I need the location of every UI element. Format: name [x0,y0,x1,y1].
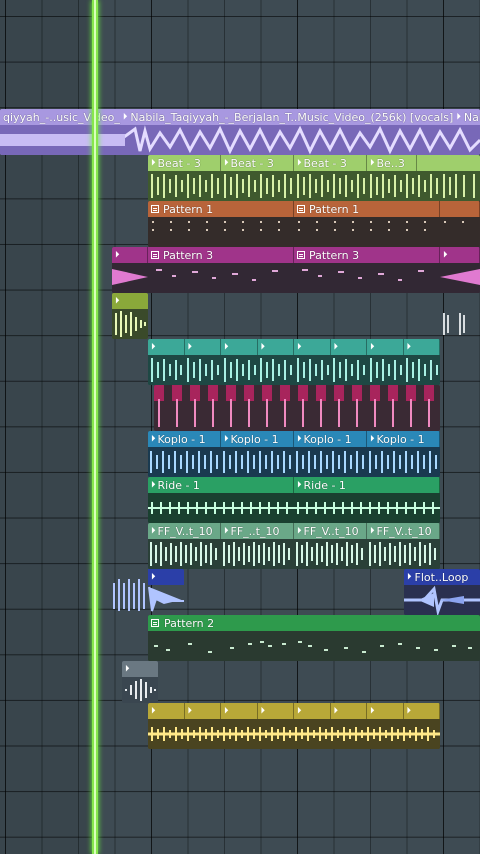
audio-clip-icon: ⏵ [224,158,229,168]
pattern-icon [297,205,305,213]
audio-clip-icon: ⏵ [151,342,156,352]
playlist-area[interactable]: qiyyah_-..usic_Video_ ⏵ Nabila_Taqiyyah_… [0,0,480,854]
audio-clip-beat[interactable]: ⏵ Beat - 3 ⏵ Beat - 3 ⏵ Beat - 3 ⏵ Be..3 [148,155,480,201]
audio-clip-flot-loop[interactable]: ⏵ Flot..Loop [404,569,480,615]
audio-clip-crimson[interactable] [154,385,440,431]
pattern1-label: Pattern 1 [163,202,214,216]
audio-clip-icon: ⏵ [224,706,229,716]
audio-clip-koplo[interactable]: ⏵ Koplo - 1 ⏵ Koplo - 1 ⏵ Koplo - 1 ⏵ Koplo … [148,431,440,477]
ride-label: Ride - 1 [303,478,346,492]
audio-clip-teal[interactable]: ⏵ ⏵ ⏵ ⏵ ⏵ ⏵ ⏵ ⏵ [148,339,440,385]
audio-clip-grey[interactable]: ⏵ [122,661,158,703]
koplo-label: Koplo - 1 [303,432,352,446]
flot-start-waveform [113,579,184,612]
audio-clip-flot-start[interactable]: ⏵ [112,569,184,615]
audio-clip-icon: ⏵ [370,526,375,536]
yellow-waveform [148,727,440,741]
audio-clip-icon: ⏵ [297,706,302,716]
audio-clip-icon: ⏵ [224,526,229,536]
pattern-icon [151,619,159,627]
audio-clip-lime[interactable]: ⏵ [112,293,148,339]
pattern1-label: Pattern 1 [309,202,360,216]
ff-waveform [150,542,436,566]
audio-clip-icon: ⏵ [407,572,412,582]
audio-clip-icon: ⏵ [297,158,302,168]
audio-clip-icon: ⏵ [260,342,266,352]
audio-clip-icon: ⏵ [297,526,302,536]
audio-clip-icon: ⏵ [122,112,128,122]
audio-clip-icon: ⏵ [151,706,156,716]
koplo-label: Koplo - 1 [157,432,206,446]
vocals-label-c: Nabi [463,110,480,124]
audio-clip-icon: ⏵ [151,158,156,168]
audio-clip-icon: ⏵ [297,434,302,444]
pattern-icon [151,251,159,259]
pattern-icon [151,205,159,213]
crimson-waveform [154,385,434,427]
vocals-waveform [0,125,480,155]
pattern3-label: Pattern 3 [163,248,214,262]
ff-label: FF_V..t_10 [157,524,213,538]
beat-label: Beat - 3 [230,156,274,170]
audio-clip-ff[interactable]: ⏵ FF_V..t_10 ⏵ FF_..t_10 ⏵ FF_V..t_10 ⏵ FF_V… [148,523,440,569]
pattern-icon [297,251,305,259]
audio-clip-icon: ⏵ [297,480,302,490]
audio-clip-icon: ⏵ [406,706,412,716]
beat-label: Be..3 [376,156,405,170]
koplo-label: Koplo - 1 [376,432,425,446]
lime-waveform [115,311,146,337]
audio-clip-icon: ⏵ [224,434,229,444]
pattern2-notes [154,641,472,653]
beat-waveform [151,174,475,198]
audio-clip-icon: ⏵ [443,250,448,260]
koplo-waveform [150,451,437,473]
koplo-label: Koplo - 1 [230,432,279,446]
audio-clip-icon: ⏵ [333,706,339,716]
audio-clip-icon: ⏵ [187,706,193,716]
pattern-clip-3[interactable]: ⏵ Pattern 3 Pattern 3 ⏵ [112,247,480,293]
flot-label: Flot..Loop [414,570,469,584]
audio-clip-ride[interactable]: ⏵ Ride - 1 ⏵ Ride - 1 [148,477,440,523]
audio-clip-icon: ⏵ [370,434,375,444]
audio-clip-icon: ⏵ [187,342,193,352]
ff-label: FF_V..t_10 [303,524,359,538]
vocals-label-b: Nabila_Taqiyyah_-_Berjalan_T..Music_Vide… [130,110,454,124]
grey-waveform [125,679,156,701]
audio-clip-icon: ⏵ [406,342,412,352]
teal-waveform [151,358,438,382]
flot-loop-waveform [404,585,480,615]
audio-clip-icon: ⏵ [456,112,461,122]
audio-clip-icon: ⏵ [115,296,120,306]
pattern3-label: Pattern 3 [309,248,360,262]
vocals-label-a: qiyyah_-..usic_Video_ [3,110,120,124]
audio-clip-icon: ⏵ [370,158,375,168]
pattern2-label: Pattern 2 [164,616,215,630]
audio-clip-icon: ⏵ [115,250,120,260]
audio-clip-icon: ⏵ [333,342,339,352]
playhead-marker[interactable] [92,0,98,854]
pattern3-notes [112,269,480,285]
audio-clip-vocals[interactable]: qiyyah_-..usic_Video_ ⏵ Nabila_Taqiyyah_… [0,109,480,155]
audio-clip-icon: ⏵ [297,342,302,352]
ride-waveform [148,502,440,514]
audio-clip-fragment[interactable] [440,309,468,339]
audio-clip-icon: ⏵ [224,342,229,352]
audio-clip-icon: ⏵ [151,434,156,444]
ride-label: Ride - 1 [157,478,200,492]
audio-clip-icon: ⏵ [151,480,156,490]
beat-label: Beat - 3 [303,156,347,170]
audio-clip-icon: ⏵ [151,526,156,536]
pattern-clip-1[interactable]: Pattern 1 Pattern 1 [148,201,480,247]
audio-clip-yellow[interactable]: ⏵ ⏵ ⏵ ⏵ ⏵ ⏵ ⏵ ⏵ [148,703,440,749]
pattern-clip-2[interactable]: Pattern 2 [148,615,480,661]
audio-clip-icon: ⏵ [125,664,130,674]
audio-clip-icon: ⏵ [260,706,266,716]
audio-clip-icon: ⏵ [370,342,375,352]
beat-label: Beat - 3 [157,156,201,170]
pattern1-notes [152,221,464,231]
audio-clip-icon: ⏵ [370,706,375,716]
fragment-waveform [443,313,465,335]
ff-label: FF_V..t_10 [376,524,432,538]
ff-label: FF_..t_10 [230,524,280,538]
